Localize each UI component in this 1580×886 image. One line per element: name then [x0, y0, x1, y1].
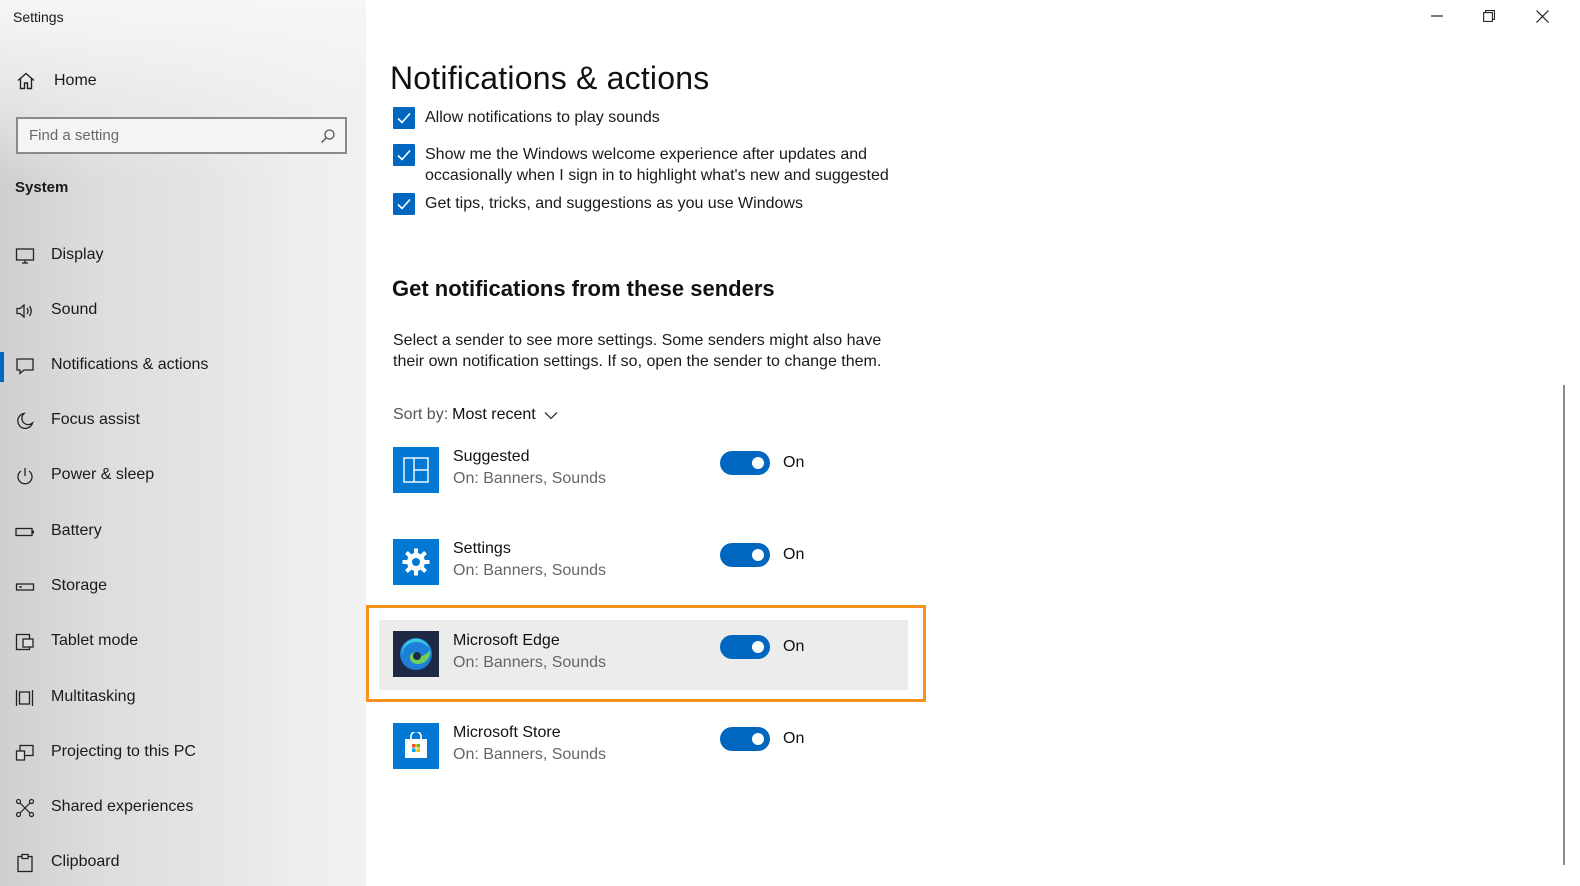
- sender-row-microsoft-store[interactable]: Microsoft Store On: Banners, Sounds On: [379, 712, 908, 782]
- search-icon[interactable]: [320, 128, 336, 144]
- sidebar-item-label: Shared experiences: [51, 798, 194, 815]
- sender-status: On: Banners, Sounds: [453, 562, 606, 579]
- suggested-icon: [393, 447, 439, 493]
- sort-label: Sort by:: [393, 406, 449, 423]
- sidebar-item-label: Storage: [51, 577, 108, 594]
- toggle-state: On: [783, 730, 805, 747]
- sidebar-item-label: Battery: [51, 522, 102, 539]
- restore-button[interactable]: [1463, 0, 1515, 32]
- sidebar-item-label: Focus assist: [51, 411, 140, 428]
- moon-icon: [17, 412, 34, 430]
- battery-icon: [15, 527, 34, 537]
- sort-dropdown[interactable]: Sort by: Most recent: [393, 406, 558, 424]
- checkbox-play-sounds[interactable]: [393, 107, 415, 129]
- sender-status: On: Banners, Sounds: [453, 470, 606, 487]
- multitasking-icon: [15, 690, 34, 706]
- sidebar-item-label: Power & sleep: [51, 466, 155, 483]
- store-icon: [393, 723, 439, 769]
- gear-icon: [393, 539, 439, 585]
- checkbox-tips[interactable]: [393, 193, 415, 215]
- sound-icon: [16, 303, 32, 319]
- power-icon: [17, 468, 33, 485]
- sort-value: Most recent: [452, 406, 536, 423]
- clipboard-icon: [17, 853, 33, 873]
- close-button[interactable]: [1516, 0, 1568, 32]
- checkbox-label: Allow notifications to play sounds: [425, 109, 660, 126]
- focus-highlight: [366, 605, 926, 702]
- search-input[interactable]: [18, 119, 308, 152]
- home-label: Home: [54, 72, 97, 89]
- checkmark-icon: [397, 149, 411, 161]
- shared-experiences-icon: [15, 798, 35, 818]
- sidebar-item-label: Multitasking: [51, 688, 136, 705]
- sidebar-item-projecting[interactable]: Projecting to this PC: [0, 731, 366, 775]
- toggle-state: On: [783, 546, 805, 563]
- sidebar-item-storage[interactable]: Storage: [0, 565, 366, 609]
- sidebar-item-label: Notifications & actions: [51, 356, 209, 373]
- checkbox-label: Show me the Windows welcome experience a…: [425, 146, 889, 184]
- checkbox-welcome-experience[interactable]: [393, 144, 415, 166]
- sidebar-item-multitasking[interactable]: Multitasking: [0, 676, 366, 720]
- notifications-icon: [16, 358, 34, 375]
- sidebar-item-focus-assist[interactable]: Focus assist: [0, 399, 366, 443]
- active-indicator: [0, 352, 4, 382]
- toggle-knob: [752, 457, 764, 469]
- sidebar: Settings Home System Display Sound: [0, 0, 366, 886]
- scrollbar-thumb[interactable]: [1563, 385, 1565, 865]
- sidebar-item-sound[interactable]: Sound: [0, 289, 366, 333]
- home-icon: [17, 72, 35, 90]
- checkbox-row-tips[interactable]: Get tips, tricks, and suggestions as you…: [393, 193, 905, 215]
- senders-description: Select a sender to see more settings. So…: [393, 332, 882, 370]
- minimize-button[interactable]: [1411, 0, 1463, 32]
- sender-status: On: Banners, Sounds: [453, 746, 606, 763]
- chevron-down-icon: [544, 411, 558, 419]
- toggle-knob: [752, 733, 764, 745]
- toggle-settings[interactable]: [720, 543, 770, 567]
- sidebar-item-battery[interactable]: Battery: [0, 510, 366, 554]
- sidebar-item-label: Clipboard: [51, 853, 120, 870]
- checkbox-row-play-sounds[interactable]: Allow notifications to play sounds: [393, 107, 905, 129]
- sender-name: Settings: [453, 540, 511, 557]
- toggle-suggested[interactable]: [720, 451, 770, 475]
- checkbox-row-welcome-experience[interactable]: Show me the Windows welcome experience a…: [393, 144, 905, 186]
- sidebar-item-label: Display: [51, 246, 104, 263]
- search-box[interactable]: [16, 117, 347, 154]
- display-icon: [15, 248, 35, 264]
- sidebar-item-notifications[interactable]: Notifications & actions: [0, 344, 366, 388]
- sidebar-item-label: Tablet mode: [51, 632, 139, 649]
- app-title: Settings: [13, 9, 64, 25]
- senders-heading: Get notifications from these senders: [392, 276, 775, 301]
- sender-row-settings[interactable]: Settings On: Banners, Sounds On: [379, 528, 908, 598]
- sidebar-item-tablet-mode[interactable]: Tablet mode: [0, 620, 366, 664]
- sidebar-item-label: Sound: [51, 301, 98, 318]
- sidebar-item-display[interactable]: Display: [0, 234, 366, 278]
- page-title: Notifications & actions: [390, 60, 710, 96]
- sidebar-item-clipboard[interactable]: Clipboard: [0, 841, 366, 885]
- storage-icon: [15, 583, 35, 591]
- sidebar-item-power-sleep[interactable]: Power & sleep: [0, 454, 366, 498]
- home-nav-item[interactable]: Home: [16, 70, 97, 92]
- toggle-microsoft-store[interactable]: [720, 727, 770, 751]
- checkbox-label: Get tips, tricks, and suggestions as you…: [425, 195, 803, 212]
- tablet-mode-icon: [15, 633, 34, 651]
- sender-row-suggested[interactable]: Suggested On: Banners, Sounds On: [379, 436, 908, 506]
- sender-name: Microsoft Store: [453, 724, 561, 741]
- section-label-system: System: [15, 179, 69, 196]
- sender-name: Suggested: [453, 448, 530, 465]
- checkmark-icon: [397, 112, 411, 124]
- toggle-state: On: [783, 454, 805, 471]
- close-icon: [1535, 9, 1549, 23]
- toggle-knob: [752, 549, 764, 561]
- restore-icon: [1483, 10, 1495, 22]
- projecting-icon: [15, 744, 34, 761]
- sidebar-item-shared-experiences[interactable]: Shared experiences: [0, 786, 366, 830]
- sidebar-item-label: Projecting to this PC: [51, 743, 196, 760]
- minimize-icon: [1431, 15, 1443, 17]
- checkmark-icon: [397, 198, 411, 210]
